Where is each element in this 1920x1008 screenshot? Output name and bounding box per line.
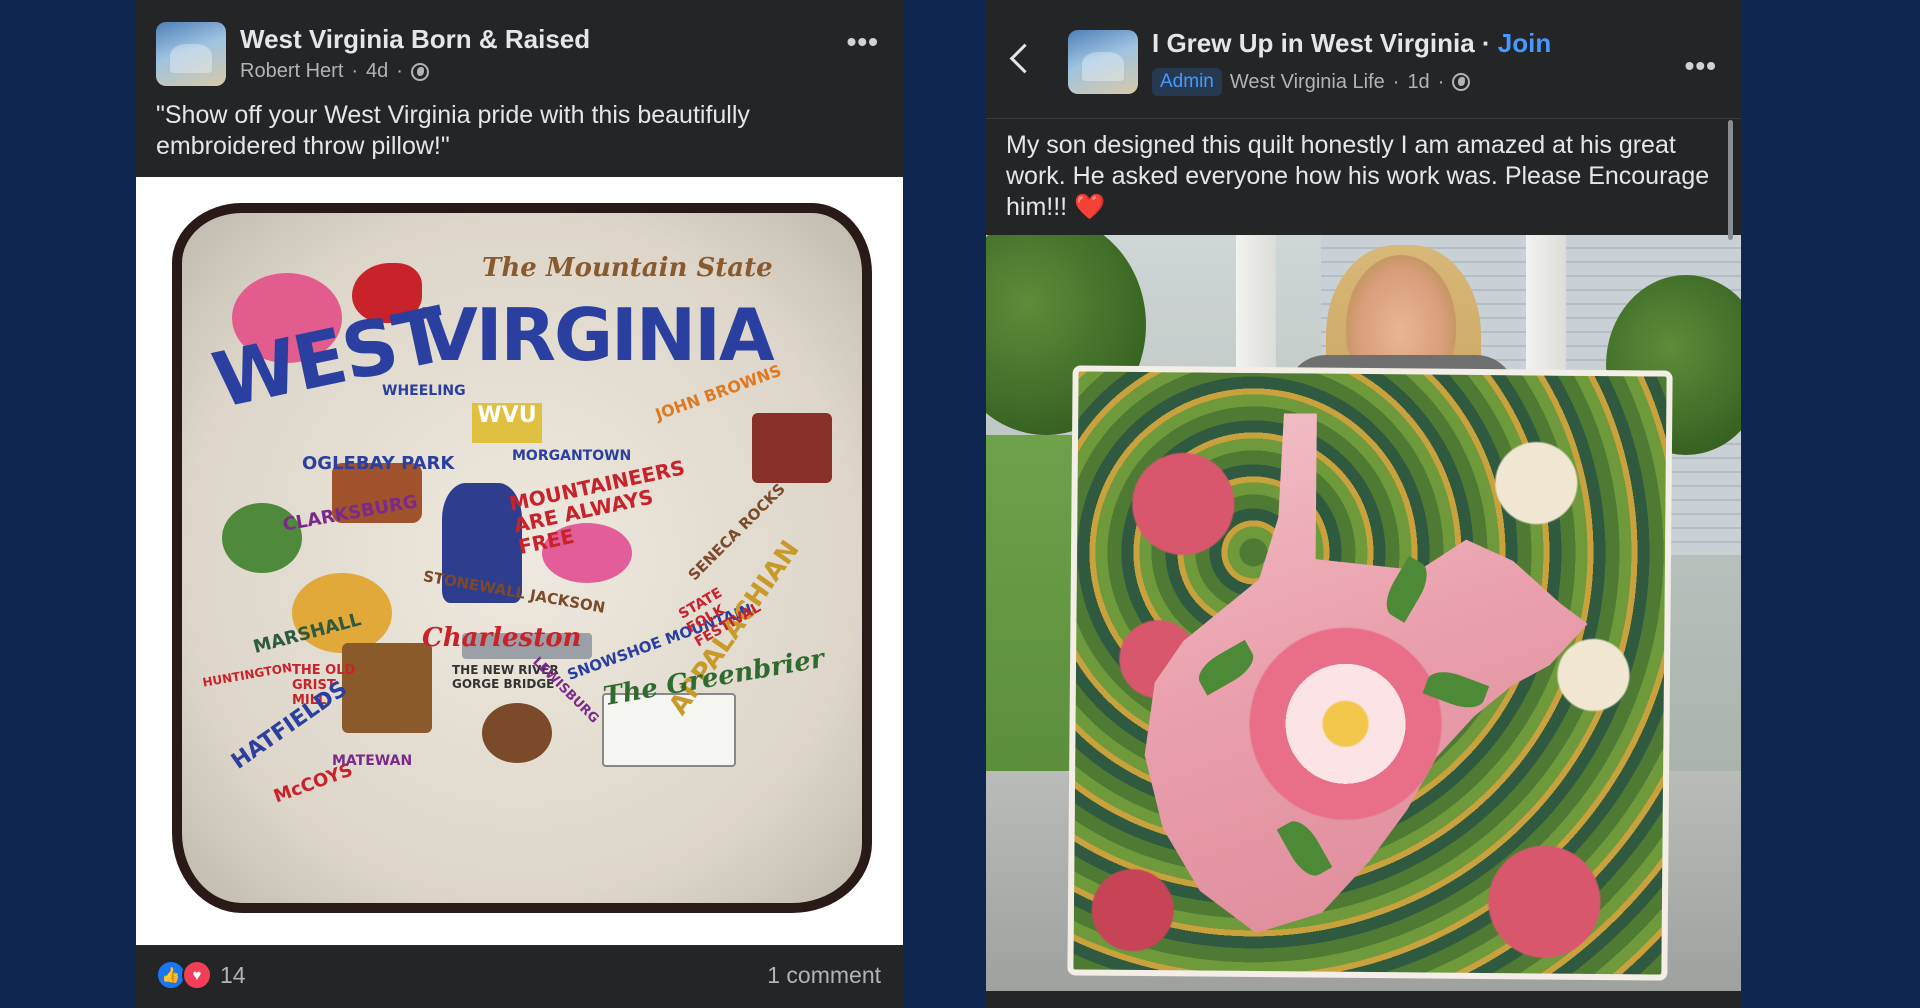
post-text: "Show off your West Virginia pride with … xyxy=(156,101,750,160)
rhododendron-flower xyxy=(1244,622,1447,825)
pillow-text-mountain-state: The Mountain State xyxy=(482,253,773,283)
pillow-photo[interactable]: WEST VIRGINIA The Mountain State WHEELIN… xyxy=(136,177,903,945)
quilt-photo[interactable] xyxy=(986,235,1741,991)
reaction-count: 14 xyxy=(220,961,246,988)
post-time[interactable]: 1d xyxy=(1407,71,1429,94)
group-avatar[interactable] xyxy=(156,22,226,86)
pillow-text-charleston: Charleston xyxy=(422,623,582,653)
group-header: I Grew Up in West Virginia · Join xyxy=(1152,28,1551,59)
reactions-summary[interactable]: 👍 ♥ 14 xyxy=(156,960,246,990)
building-embroidery xyxy=(752,413,832,483)
author-name[interactable]: Robert Hert xyxy=(240,60,343,83)
miner-embroidery xyxy=(482,703,552,763)
embroidered-pillow: WEST VIRGINIA The Mountain State WHEELIN… xyxy=(172,203,872,913)
screenshot-collage: West Virginia Born & Raised Robert Hert … xyxy=(0,0,1920,1008)
more-options-icon[interactable]: ••• xyxy=(847,28,879,56)
author-name[interactable]: West Virginia Life xyxy=(1230,71,1385,94)
back-arrow-icon[interactable] xyxy=(1009,43,1040,74)
post-time[interactable]: 4d xyxy=(366,60,388,83)
pillow-text-virginia: VIRGINIA xyxy=(422,293,775,377)
group-name[interactable]: I Grew Up in West Virginia xyxy=(1152,28,1475,58)
west-virginia-quilt xyxy=(1067,365,1673,981)
separator: · xyxy=(351,60,359,82)
separator: · xyxy=(1392,70,1400,93)
globe-icon xyxy=(1452,73,1471,91)
post-meta: Admin West Virginia Life · 1d · xyxy=(1152,68,1471,96)
separator: · xyxy=(1481,28,1498,58)
comments-count[interactable]: 1 comment xyxy=(767,962,881,989)
post-meta: Robert Hert · 4d · xyxy=(240,60,429,83)
divider xyxy=(986,118,1741,119)
admin-badge: Admin xyxy=(1152,68,1222,96)
pillow-text-wheeling: WHEELING xyxy=(382,383,466,399)
pillow-text-matewan: MATEWAN xyxy=(332,753,413,769)
globe-icon xyxy=(410,62,429,81)
separator: · xyxy=(396,60,403,82)
left-post: West Virginia Born & Raised Robert Hert … xyxy=(136,0,903,1008)
pillow-text-oglebay: OGLEBAY PARK xyxy=(302,453,455,474)
separator: · xyxy=(1437,70,1445,93)
join-link[interactable]: Join xyxy=(1498,28,1551,58)
right-post: I Grew Up in West Virginia · Join Admin … xyxy=(986,0,1741,1008)
scrollbar[interactable] xyxy=(1728,120,1733,240)
group-avatar[interactable] xyxy=(1068,30,1138,94)
pillow-text-wvu: WVU xyxy=(472,403,542,443)
love-reaction-icon: ♥ xyxy=(182,960,212,990)
pillow-text-morgantown: MORGANTOWN xyxy=(512,448,632,464)
more-options-icon[interactable]: ••• xyxy=(1685,52,1717,80)
post-text: My son designed this quilt honestly I am… xyxy=(1006,131,1710,221)
group-name[interactable]: West Virginia Born & Raised xyxy=(240,24,590,55)
